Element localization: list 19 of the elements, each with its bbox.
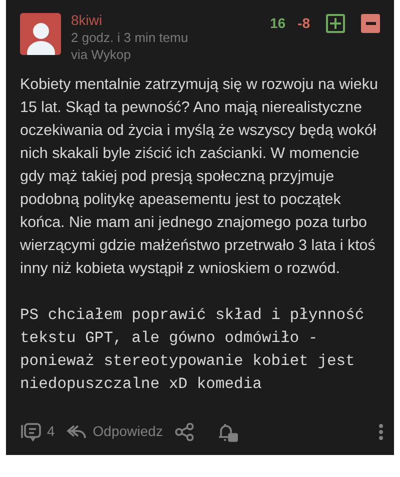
downvote-button[interactable] [361,14,380,33]
comment-text: Kobiety mentalnie zatrzymują się w rozwoju na wieku 15 lat. Skąd ta pewność? Ano mają nierealistyczne oczekiwania od życia i myślą że wszyscy będą wokół nich skakali byle ziścić ich zaścianki. W momencie gdy mąż takiej pod presją społeczną przyjmuje podobną politykę apeasementu jest to początek końca. Nie mam ani jednego znajomego poza turbo wierzącymi gdzie małżeństwo przetrwało 3 lata i ktoś inny niż kobieta wystąpił z wnioskiem o rozwód. [20,75,379,279]
comments-count[interactable]: 4 [47,421,55,442]
comments-icon[interactable] [20,422,42,442]
code-paragraph: PS chciałem poprawić skład i płynność tekstu GPT, ale gówno odmówiło - ponieważ stereotypowanie kobiet jest niedopuszczalne xD komedia [20,305,366,395]
downvote-count: -8 [298,14,310,33]
post-source: via Wykop [71,46,132,63]
reply-button[interactable]: Odpowiedz [66,421,163,442]
bell-icon[interactable] [216,422,239,442]
avatar-icon[interactable] [20,13,61,55]
post-time: 2 godz. i 3 min temu [71,29,188,46]
plus-icon [330,18,341,29]
reply-icon [66,424,87,440]
share-icon[interactable] [174,422,195,440]
author-name[interactable]: 8kiwi [71,12,188,29]
upvote-button[interactable] [326,14,345,33]
minus-icon [366,22,376,25]
more-icon[interactable] [378,422,384,440]
upvote-count: 16 [270,14,286,33]
